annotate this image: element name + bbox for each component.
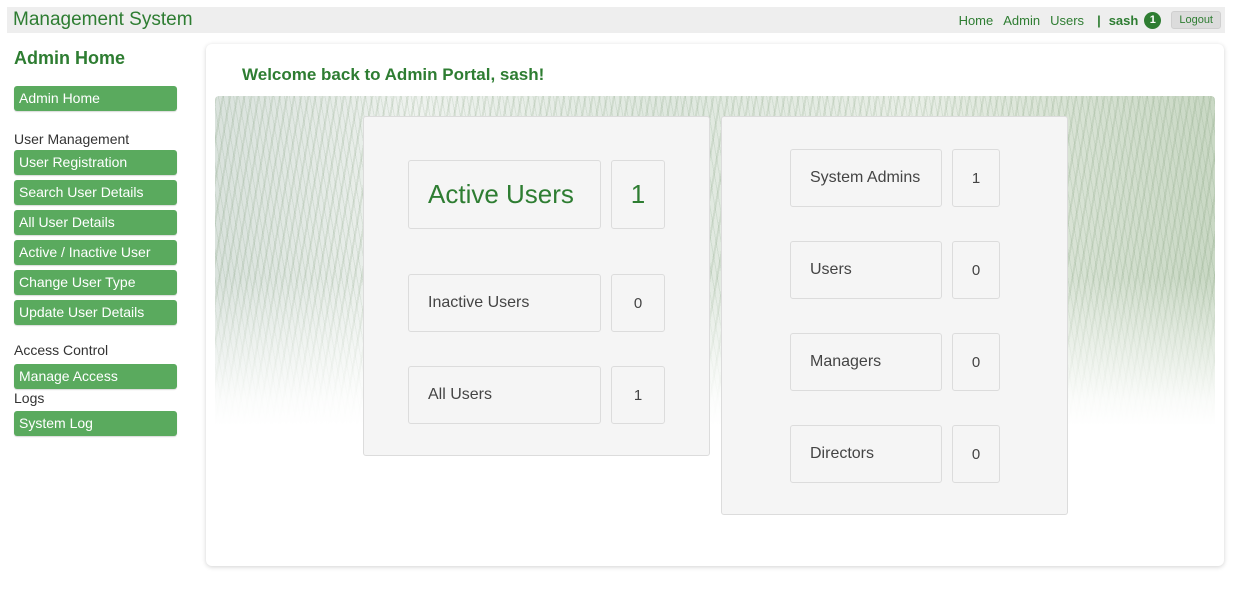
sidebar-item-update-user-details[interactable]: Update User Details	[14, 300, 177, 325]
managers-count[interactable]: 0	[952, 333, 1000, 391]
sidebar-section-user-management: User Management	[14, 131, 130, 147]
sidebar-section-access-control: Access Control	[14, 342, 109, 358]
sidebar-item-active-inactive-user[interactable]: Active / Inactive User	[14, 240, 177, 265]
all-users-label[interactable]: All Users	[408, 366, 601, 424]
notification-badge[interactable]: 1	[1144, 11, 1162, 29]
nav-separator: |	[1097, 12, 1101, 28]
managers-label[interactable]: Managers	[790, 333, 942, 391]
inactive-users-count[interactable]: 0	[611, 274, 665, 332]
top-nav-links: Home Admin Users | sash 1 Logout	[949, 11, 1225, 29]
system-admins-count[interactable]: 1	[952, 149, 1000, 207]
active-users-label[interactable]: Active Users	[408, 160, 601, 229]
sidebar-item-all-user-details[interactable]: All User Details	[14, 210, 177, 235]
directors-label[interactable]: Directors	[790, 425, 942, 483]
directors-count[interactable]: 0	[952, 425, 1000, 483]
nav-home-link[interactable]: Home	[959, 13, 994, 28]
sidebar-item-manage-access[interactable]: Manage Access	[14, 364, 177, 389]
users-count[interactable]: 0	[952, 241, 1000, 299]
logout-button[interactable]: Logout	[1171, 11, 1221, 29]
sidebar: Admin Home Admin Home User Management Us…	[14, 48, 178, 436]
app-title[interactable]: Management System	[7, 7, 193, 33]
sidebar-item-system-log[interactable]: System Log	[14, 411, 177, 436]
users-label[interactable]: Users	[790, 241, 942, 299]
active-users-count[interactable]: 1	[611, 160, 665, 229]
nav-admin-link[interactable]: Admin	[1003, 13, 1040, 28]
all-users-count[interactable]: 1	[611, 366, 665, 424]
sidebar-item-user-registration[interactable]: User Registration	[14, 150, 177, 175]
username-label[interactable]: sash	[1109, 13, 1139, 28]
sidebar-section-logs: Logs	[14, 390, 45, 406]
sidebar-item-search-user-details[interactable]: Search User Details	[14, 180, 177, 205]
welcome-heading: Welcome back to Admin Portal, sash!	[242, 65, 545, 84]
sidebar-item-change-user-type[interactable]: Change User Type	[14, 270, 177, 295]
sidebar-title: Admin Home	[14, 48, 126, 68]
user-types-card: System Admins 1 Users 0 Managers 0 Direc…	[721, 116, 1068, 515]
top-navbar: Management System Home Admin Users | sas…	[7, 7, 1225, 33]
system-admins-label[interactable]: System Admins	[790, 149, 942, 207]
main-panel: Welcome back to Admin Portal, sash! Acti…	[206, 44, 1224, 566]
nav-users-link[interactable]: Users	[1050, 13, 1084, 28]
inactive-users-label[interactable]: Inactive Users	[408, 274, 601, 332]
user-status-card: Active Users 1 Inactive Users 0 All User…	[363, 116, 710, 456]
sidebar-item-admin-home[interactable]: Admin Home	[14, 86, 177, 111]
